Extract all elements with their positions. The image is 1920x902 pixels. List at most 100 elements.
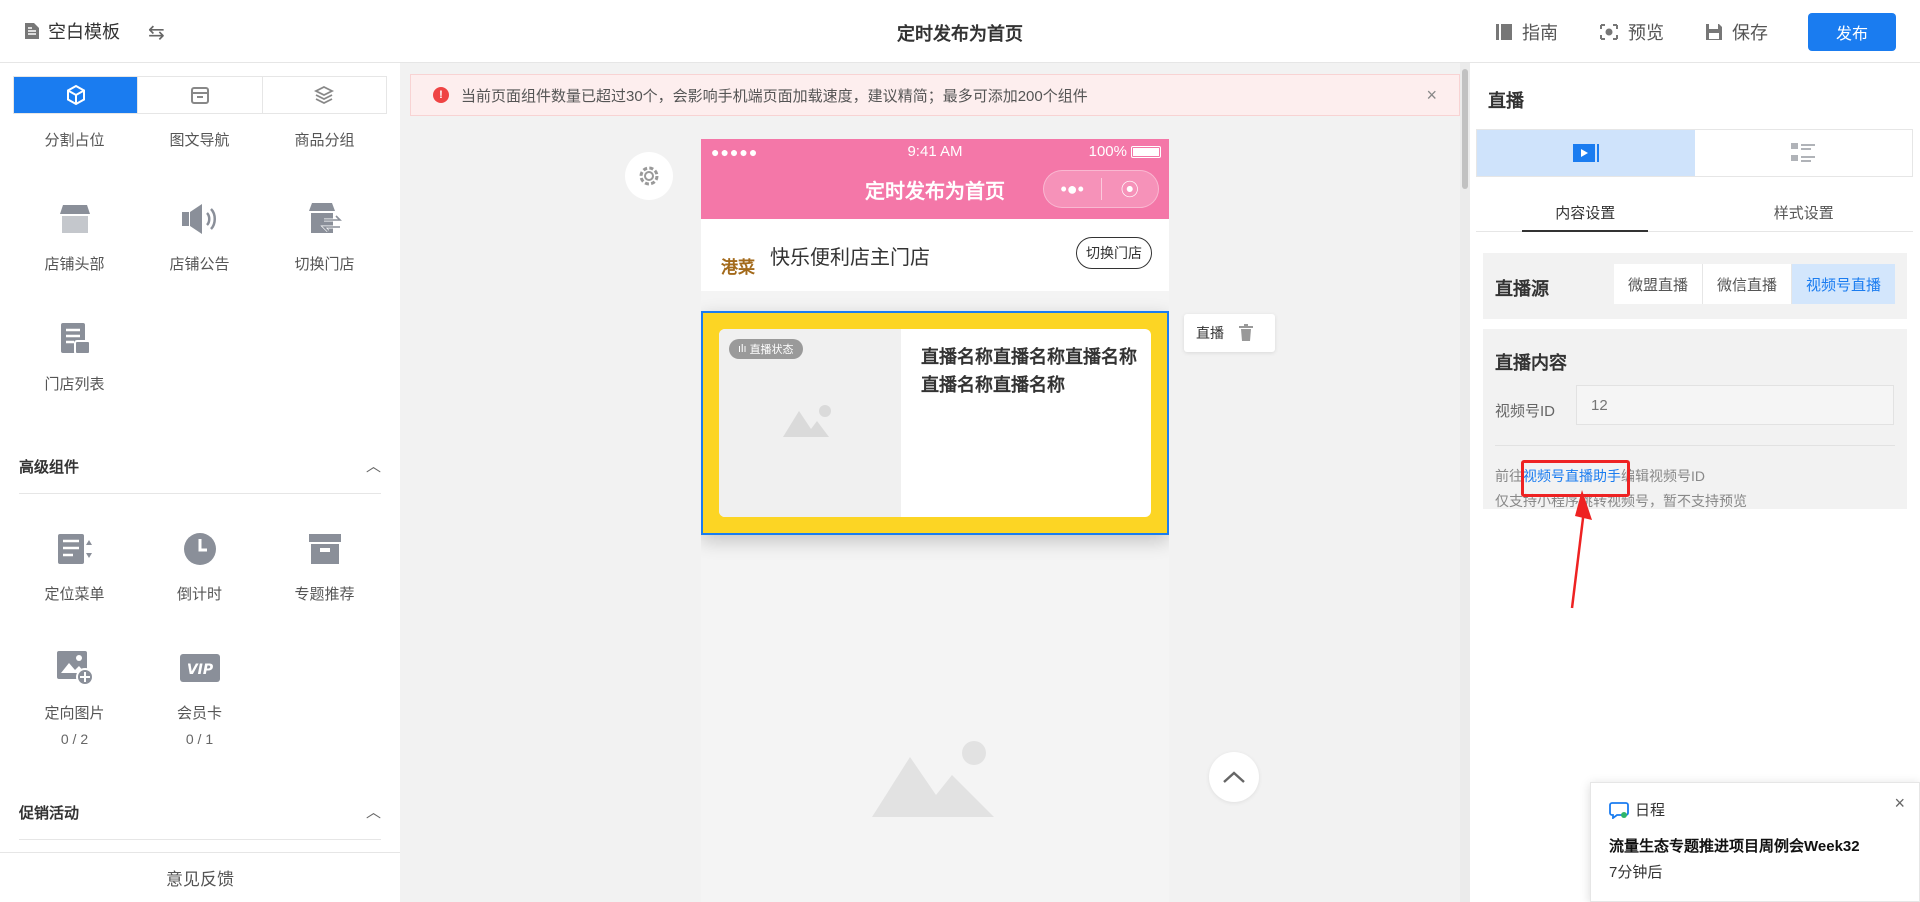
guide-button[interactable]: 指南 bbox=[1494, 19, 1558, 45]
swap-icon[interactable]: ⇆ bbox=[148, 20, 165, 45]
switch-store-icon bbox=[308, 203, 344, 233]
publish-button[interactable]: 发布 bbox=[1808, 13, 1896, 51]
channel-id-input[interactable] bbox=[1576, 385, 1894, 425]
note-suffix: 编辑视频号ID bbox=[1621, 468, 1705, 484]
component-label: 会员卡 bbox=[176, 705, 222, 722]
document-icon bbox=[25, 23, 39, 39]
guide-label: 指南 bbox=[1522, 23, 1558, 43]
panel-title: 直播 bbox=[1488, 91, 1524, 111]
canvas-scrollbar[interactable] bbox=[1460, 63, 1470, 902]
template-label: 空白模板 bbox=[48, 22, 120, 42]
divider bbox=[1495, 445, 1895, 446]
template-selector[interactable]: 空白模板 bbox=[24, 18, 120, 44]
preview-label: 预览 bbox=[1628, 23, 1664, 43]
battery-icon bbox=[1131, 145, 1161, 158]
component-name-label: 直播 bbox=[1196, 325, 1224, 341]
promo-section-header[interactable]: 促销活动 ︿ bbox=[19, 802, 381, 840]
phone-header: ●●●●● 9:41 AM 100% 定时发布为首页 •●• ⦿ bbox=[701, 139, 1169, 219]
store-header-icon bbox=[59, 205, 90, 233]
header-actions: 指南 预览 保存 发布 bbox=[1494, 13, 1896, 51]
live-thumbnail: ılı 直播状态 bbox=[719, 329, 901, 517]
notification-header: 日程 bbox=[1609, 799, 1665, 820]
component-label: 店铺头部 bbox=[44, 256, 105, 273]
component-label: 店铺公告 bbox=[169, 256, 230, 273]
close-circle-icon[interactable]: ⦿ bbox=[1102, 176, 1159, 202]
component-location-menu[interactable]: 定位菜单 bbox=[12, 525, 137, 604]
component-image-nav[interactable]: 图文导航 bbox=[137, 129, 262, 150]
topic-icon bbox=[308, 534, 341, 564]
error-icon: ! bbox=[433, 87, 449, 103]
page-settings-button[interactable] bbox=[625, 152, 673, 200]
chevron-up-icon bbox=[1223, 771, 1245, 783]
live-source-selector: 微盟直播 微信直播 视频号直播 bbox=[1613, 264, 1895, 304]
tab-marketing-components[interactable] bbox=[138, 77, 263, 113]
component-switch-store[interactable]: 切换门店 bbox=[262, 195, 387, 274]
close-icon[interactable]: × bbox=[1426, 85, 1437, 106]
channel-id-label: 视频号ID bbox=[1495, 403, 1556, 420]
gear-icon bbox=[639, 166, 659, 186]
layers-icon bbox=[314, 85, 335, 105]
scroll-top-button[interactable] bbox=[1209, 752, 1259, 802]
component-announcement[interactable]: 店铺公告 bbox=[137, 195, 262, 274]
switch-store-button[interactable]: 切换门店 bbox=[1076, 237, 1152, 269]
preview-button[interactable]: 预览 bbox=[1598, 19, 1664, 45]
component-label: 倒计时 bbox=[176, 586, 222, 603]
component-store-list[interactable]: 门店列表 bbox=[12, 315, 137, 394]
component-vip-card[interactable]: VIP 会员卡 0 / 1 bbox=[137, 644, 262, 747]
announcement-icon bbox=[181, 204, 216, 234]
feedback-button[interactable]: 意见反馈 bbox=[0, 852, 400, 902]
phone-preview: ●●●●● 9:41 AM 100% 定时发布为首页 •●• ⦿ 港菜 快乐便利… bbox=[701, 139, 1169, 902]
component-count: 0 / 1 bbox=[185, 731, 214, 747]
tab-list-layout[interactable] bbox=[1695, 130, 1913, 176]
source-option-wechat[interactable]: 微信直播 bbox=[1703, 264, 1792, 304]
list-icon bbox=[1791, 143, 1816, 162]
panel-icon-tabs bbox=[1476, 129, 1913, 177]
component-topic[interactable]: 专题推荐 bbox=[262, 525, 387, 604]
store-list-icon bbox=[60, 323, 91, 355]
tab-content-settings[interactable]: 内容设置 bbox=[1476, 196, 1695, 232]
store-header[interactable]: 港菜 快乐便利店主门店 切换门店 bbox=[701, 219, 1169, 291]
source-option-weimob[interactable]: 微盟直播 bbox=[1614, 264, 1703, 304]
top-bar: 空白模板 ⇆ 定时发布为首页 指南 预览 保存 发布 bbox=[0, 0, 1920, 63]
component-label: 门店列表 bbox=[44, 376, 105, 393]
store-name: 快乐便利店主门店 bbox=[770, 247, 930, 269]
component-store-header[interactable]: 店铺头部 bbox=[12, 195, 137, 274]
live-badge-label: 直播状态 bbox=[749, 344, 794, 356]
image-placeholder bbox=[701, 699, 1169, 859]
component-label: 专题推荐 bbox=[294, 586, 355, 603]
box-icon bbox=[190, 87, 209, 104]
advanced-section-header[interactable]: 高级组件 ︿ bbox=[19, 456, 381, 494]
image-placeholder-icon bbox=[872, 741, 994, 817]
promo-section-title: 促销活动 bbox=[19, 805, 80, 822]
trash-icon[interactable] bbox=[1238, 324, 1254, 342]
component-directed-image[interactable]: 定向图片 0 / 2 bbox=[12, 644, 137, 747]
tab-live-content[interactable] bbox=[1477, 130, 1695, 176]
component-floating-toolbar: 直播 bbox=[1184, 314, 1275, 352]
location-menu-icon bbox=[57, 534, 92, 564]
close-icon[interactable]: × bbox=[1894, 793, 1905, 814]
notification-app: 日程 bbox=[1635, 802, 1666, 819]
save-button[interactable]: 保存 bbox=[1704, 19, 1768, 45]
save-label: 保存 bbox=[1732, 23, 1768, 43]
notification-title: 流量生态专题推进项目周例会Week32 bbox=[1609, 838, 1860, 855]
component-label: 切换门店 bbox=[294, 256, 355, 273]
schedule-notification[interactable]: 日程 × 流量生态专题推进项目周例会Week32 7分钟后 bbox=[1590, 782, 1920, 902]
component-product-group[interactable]: 商品分组 bbox=[262, 129, 387, 150]
tab-style-settings[interactable]: 样式设置 bbox=[1695, 196, 1914, 231]
tab-basic-components[interactable] bbox=[14, 77, 139, 113]
bars-icon: ılı bbox=[738, 343, 747, 355]
source-option-channels[interactable]: 视频号直播 bbox=[1791, 264, 1895, 304]
scrollbar-thumb[interactable] bbox=[1462, 69, 1468, 189]
live-source-label: 直播源 bbox=[1495, 279, 1549, 299]
tab-layer-components[interactable] bbox=[263, 77, 386, 113]
component-countdown[interactable]: 倒计时 bbox=[137, 525, 262, 604]
warning-alert: ! 当前页面组件数量已超过30个，会影响手机端页面加载速度，建议精简；最多可添加… bbox=[410, 74, 1460, 116]
cube-icon bbox=[66, 84, 85, 106]
more-dots-icon[interactable]: •●• bbox=[1044, 179, 1101, 200]
chevron-up-icon: ︿ bbox=[365, 804, 381, 821]
battery-indicator: 100% bbox=[1089, 143, 1161, 160]
live-component-selected[interactable]: ılı 直播状态 直播名称直播名称直播名称直播名称直播名称 bbox=[701, 311, 1169, 535]
component-divider[interactable]: 分割占位 bbox=[12, 129, 137, 150]
live-title: 直播名称直播名称直播名称直播名称直播名称 bbox=[921, 347, 1137, 395]
book-icon bbox=[1496, 24, 1512, 40]
